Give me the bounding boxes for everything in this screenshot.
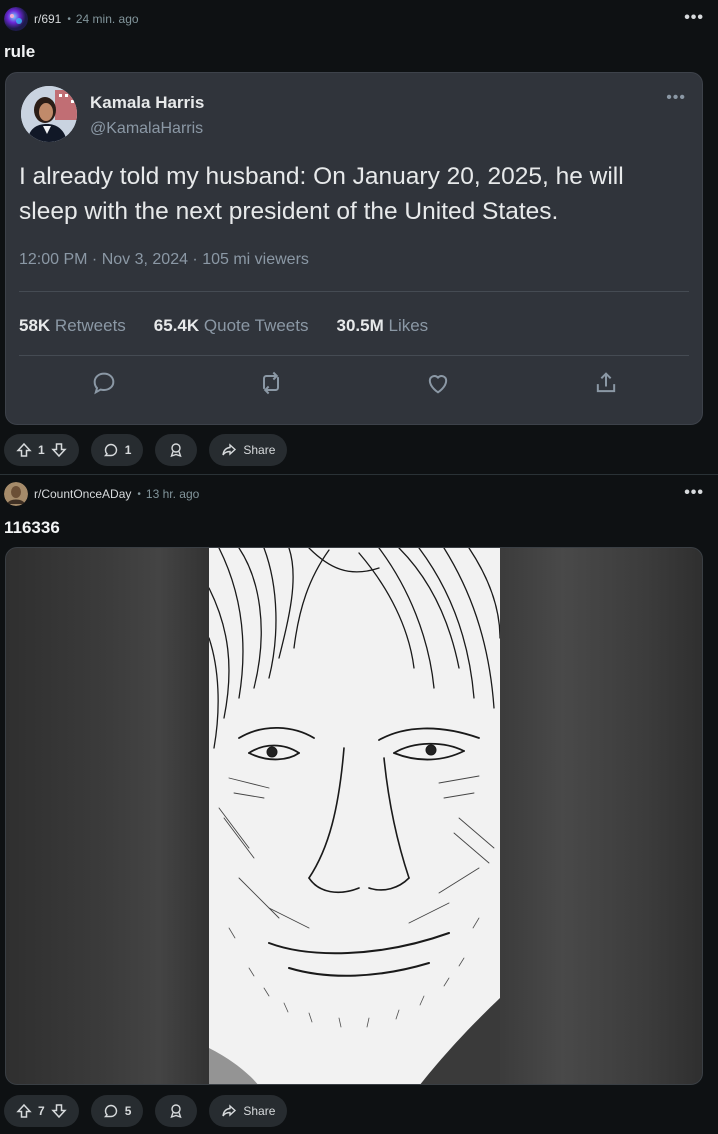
subreddit-name[interactable]: r/691 (34, 12, 61, 26)
retweets-label: Retweets (54, 316, 126, 335)
post-time: 24 min. ago (75, 12, 139, 26)
tweet-author-avatar (21, 86, 77, 142)
post-time: 13 hr. ago (145, 487, 200, 501)
comment-count: 5 (124, 1104, 132, 1118)
divider (19, 355, 689, 356)
post-rule: r/691 • 24 min. ago ••• rule Kamala Harr… (0, 0, 718, 474)
share-label: Share (243, 1104, 276, 1118)
quotes-stat: 65.4K Quote Tweets (154, 316, 309, 336)
comments-button[interactable]: 5 (90, 1095, 144, 1127)
tweet-text: I already told my husband: On January 20… (19, 163, 624, 225)
avatar-portrait-icon (21, 86, 77, 142)
separator-dot: • (137, 488, 141, 500)
sketch-portrait-image (209, 548, 500, 1084)
subreddit-name[interactable]: r/CountOnceADay (34, 487, 131, 501)
award-button[interactable] (155, 1095, 198, 1127)
share-icon (222, 443, 237, 456)
tweet-more-icon: ••• (666, 89, 686, 106)
tweet-author-handle: @KamalaHarris (90, 120, 204, 137)
share-tweet-icon (596, 372, 616, 393)
subreddit-avatar-icon[interactable] (4, 7, 28, 31)
quotes-label: Quote Tweets (203, 316, 309, 335)
tweet-author-name: Kamala Harris (90, 93, 205, 112)
likes-label: Likes (388, 316, 429, 335)
post-meta: r/CountOnceADay • 13 hr. ago (4, 482, 199, 506)
retweet-icon (263, 371, 279, 395)
downvote-icon[interactable] (50, 1103, 67, 1119)
retweets-count: 58K (19, 316, 51, 335)
post-countonceaday: r/CountOnceADay • 13 hr. ago ••• 116336 (0, 475, 718, 1134)
comment-icon (103, 1104, 117, 1118)
award-icon (170, 1104, 182, 1119)
vote-control: 1 (4, 434, 79, 466)
share-button[interactable]: Share (209, 434, 288, 466)
like-icon (428, 375, 448, 394)
likes-count: 30.5M (336, 316, 384, 335)
post-image[interactable] (5, 547, 703, 1085)
share-label: Share (243, 443, 276, 457)
vote-control: 7 (4, 1095, 79, 1127)
likes-stat: 30.5M Likes (337, 316, 429, 336)
share-button[interactable]: Share (209, 1095, 288, 1127)
tweet-actions (6, 369, 704, 399)
retweets-stat: 58K Retweets (19, 316, 126, 336)
post-action-bar: 1 1 Share (4, 434, 288, 466)
share-icon (222, 1104, 237, 1117)
vote-count: 1 (38, 443, 45, 457)
divider (19, 291, 689, 292)
post-title[interactable]: rule (4, 42, 35, 62)
award-button[interactable] (155, 434, 198, 466)
tweet-datetime: 12:00 PM · Nov 3, 2024 · 105 mi viewers (19, 251, 309, 268)
post-action-bar: 7 5 Share (4, 1095, 288, 1127)
tweet-card[interactable]: Kamala Harris @KamalaHarris ••• I alread… (5, 72, 703, 425)
post-options-button[interactable]: ••• (684, 10, 704, 26)
downvote-icon[interactable] (50, 442, 67, 458)
quotes-count: 65.4K (153, 316, 200, 335)
comment-count: 1 (124, 443, 132, 457)
subreddit-avatar-icon[interactable] (4, 482, 28, 506)
post-meta: r/691 • 24 min. ago (4, 7, 139, 31)
sketch-drawing (209, 548, 500, 1084)
tweet-stats: 58K Retweets 65.4K Quote Tweets 30.5M Li… (19, 316, 456, 336)
post-options-button[interactable]: ••• (684, 485, 704, 501)
upvote-icon[interactable] (16, 1103, 32, 1119)
reply-icon (93, 372, 115, 395)
award-icon (170, 443, 182, 458)
post-title[interactable]: 116336 (4, 518, 60, 538)
upvote-icon[interactable] (16, 442, 32, 458)
separator-dot: • (67, 13, 71, 25)
vote-count: 7 (38, 1104, 45, 1118)
comments-button[interactable]: 1 (90, 434, 144, 466)
comment-icon (103, 443, 117, 457)
